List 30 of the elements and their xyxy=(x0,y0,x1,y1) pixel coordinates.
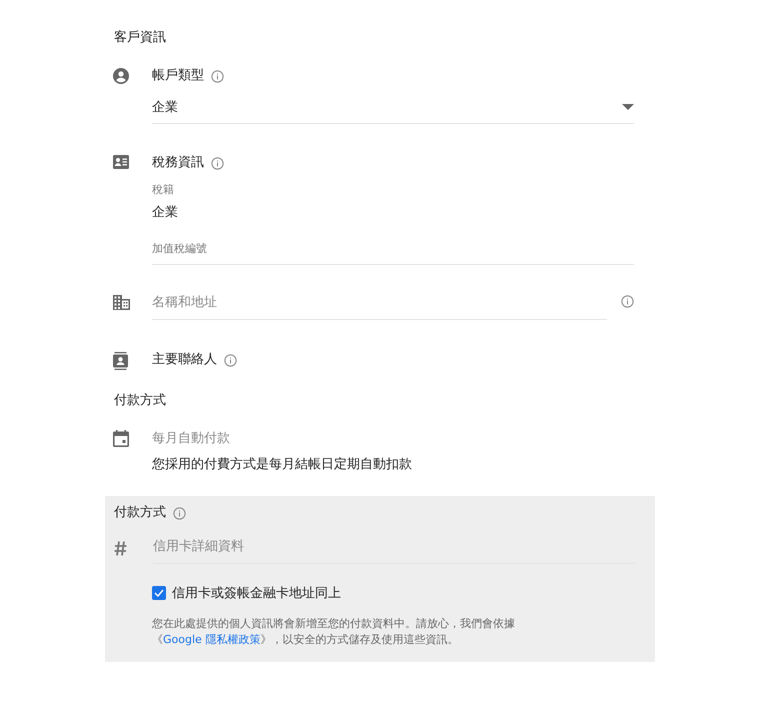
field-label: 帳戶類型 xyxy=(152,68,204,84)
privacy-policy-link[interactable]: Google 隱私權政策 xyxy=(163,633,260,646)
vat-number-field[interactable]: 加值稅編號 xyxy=(152,237,634,265)
dropdown-arrow-icon xyxy=(622,104,634,110)
field-label: 稅務資訊 xyxy=(152,155,204,171)
info-icon[interactable] xyxy=(211,70,224,82)
hash-icon xyxy=(114,541,127,556)
info-icon[interactable] xyxy=(173,506,186,520)
account-type-dropdown[interactable]: 企業 xyxy=(152,98,634,124)
info-icon[interactable] xyxy=(211,156,224,170)
auto-pay-description: 您採用的付費方式是每月結帳日定期自動扣款 xyxy=(152,457,413,473)
panel-title: 付款方式 xyxy=(114,505,166,521)
field-label: 主要聯絡人 xyxy=(152,352,217,368)
section-title: 付款方式 xyxy=(113,392,167,410)
section-title: 客戶資訊 xyxy=(113,29,167,47)
info-icon[interactable] xyxy=(621,295,634,308)
field-value: 企業 xyxy=(152,205,179,221)
id-card-icon xyxy=(113,155,129,169)
checkbox[interactable] xyxy=(152,586,166,600)
card-details-field[interactable]: 信用卡詳細資料 xyxy=(153,539,635,564)
privacy-notice: 您在此處提供的個人資訊將會新增至您的付款資料中。請放心，我們會依據《Google 隱私權政策》，以安全的方式儲存及使用這些資訊。 xyxy=(152,616,516,648)
calendar-icon xyxy=(113,430,129,447)
account-circle-icon xyxy=(113,68,129,84)
field-label: 稅籍 xyxy=(152,183,175,197)
contact-card-icon xyxy=(113,352,128,370)
info-icon[interactable] xyxy=(224,354,237,366)
auto-pay-label: 每月自動付款 xyxy=(152,430,231,448)
name-address-field[interactable]: 名稱和地址 xyxy=(152,295,607,320)
building-icon xyxy=(113,295,130,310)
checkbox-label: 信用卡或簽帳金融卡地址同上 xyxy=(172,585,341,602)
